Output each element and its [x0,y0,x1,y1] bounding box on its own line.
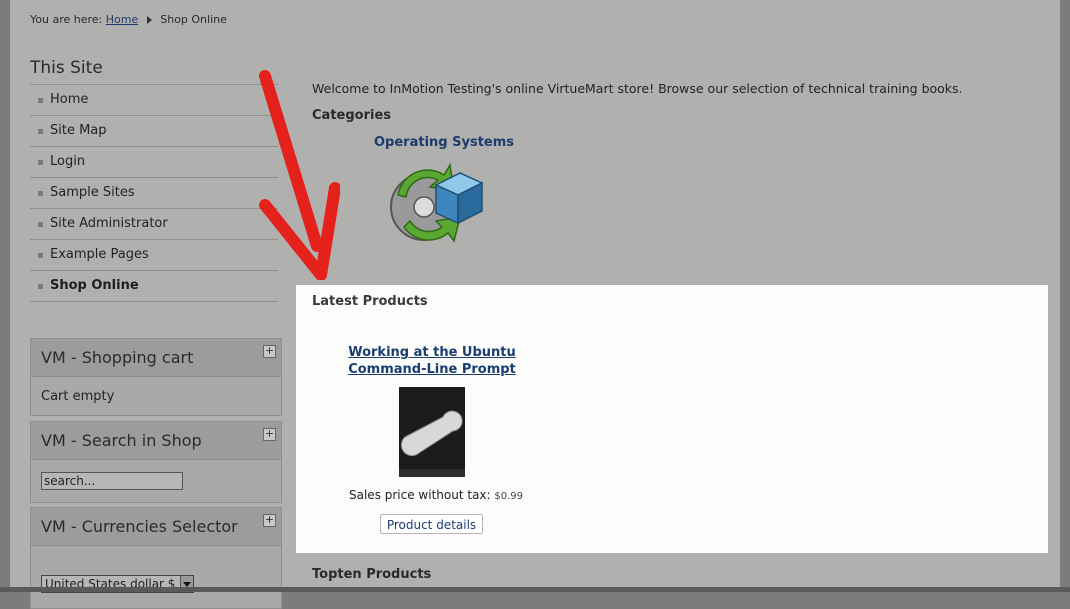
shopping-cart-module: VM - Shopping cart + Cart empty [30,338,282,416]
menu-item-example-pages[interactable]: Example Pages [30,240,278,271]
operating-systems-icon[interactable] [384,155,484,250]
welcome-text: Welcome to InMotion Testing's online Vir… [312,81,963,96]
latest-products-heading: Latest Products [312,294,428,309]
product-title-link[interactable]: Working at the Ubuntu Command-Line Promp… [332,344,532,378]
menu-item-sample-sites[interactable]: Sample Sites [30,178,278,209]
product-details-button[interactable]: Product details [380,514,483,534]
cart-status: Cart empty [41,389,115,404]
topten-products-heading: Topten Products [312,567,432,582]
red-arrow-annotation-icon [259,70,340,280]
search-input[interactable]: search... [41,472,183,490]
breadcrumb-home-link[interactable]: Home [106,13,138,26]
category-link-operating-systems[interactable]: Operating Systems [374,135,514,150]
breadcrumb-current: Shop Online [160,13,227,26]
product-price: Sales price without tax: $0.99 [349,488,523,502]
expand-plus-icon[interactable]: + [263,345,276,358]
module-title: VM - Shopping cart [41,348,194,367]
price-value: $0.99 [494,491,524,502]
menu-item-shop-online[interactable]: Shop Online [30,271,278,302]
module-header: VM - Search in Shop + [31,422,281,460]
currency-selector-module: VM - Currencies Selector + United States… [30,507,282,609]
price-label: Sales price without tax: [349,488,491,502]
bullet-icon [38,284,43,289]
menu-item-home[interactable]: Home [30,85,278,116]
bullet-icon [38,191,43,196]
module-title: VM - Currencies Selector [41,517,238,536]
module-title: VM - Search in Shop [41,431,202,450]
bullet-icon [38,222,43,227]
breadcrumb-prefix: You are here: [30,13,103,26]
breadcrumb-separator-icon [146,16,152,24]
menu-item-site-administrator[interactable]: Site Administrator [30,209,278,240]
wrench-icon [399,387,465,477]
page-background: You are here: Home Shop Online This Site… [10,0,1060,609]
expand-plus-icon[interactable]: + [263,428,276,441]
site-menu: Home Site Map Login Sample Sites Site Ad… [30,84,278,302]
bullet-icon [38,253,43,258]
window-bottom-edge [0,587,1070,592]
menu-item-site-map[interactable]: Site Map [30,116,278,147]
bullet-icon [38,129,43,134]
breadcrumb: You are here: Home Shop Online [30,13,227,26]
module-header: VM - Shopping cart + [31,339,281,377]
module-header: VM - Currencies Selector + [31,508,281,546]
expand-plus-icon[interactable]: + [263,514,276,527]
search-module: VM - Search in Shop + search... [30,421,282,503]
latest-products-panel: Latest Products Working at the Ubuntu Co… [296,285,1048,553]
product-cover-image[interactable] [399,387,465,477]
menu-item-login[interactable]: Login [30,147,278,178]
bullet-icon [38,98,43,103]
this-site-heading: This Site [30,58,103,78]
bullet-icon [38,160,43,165]
